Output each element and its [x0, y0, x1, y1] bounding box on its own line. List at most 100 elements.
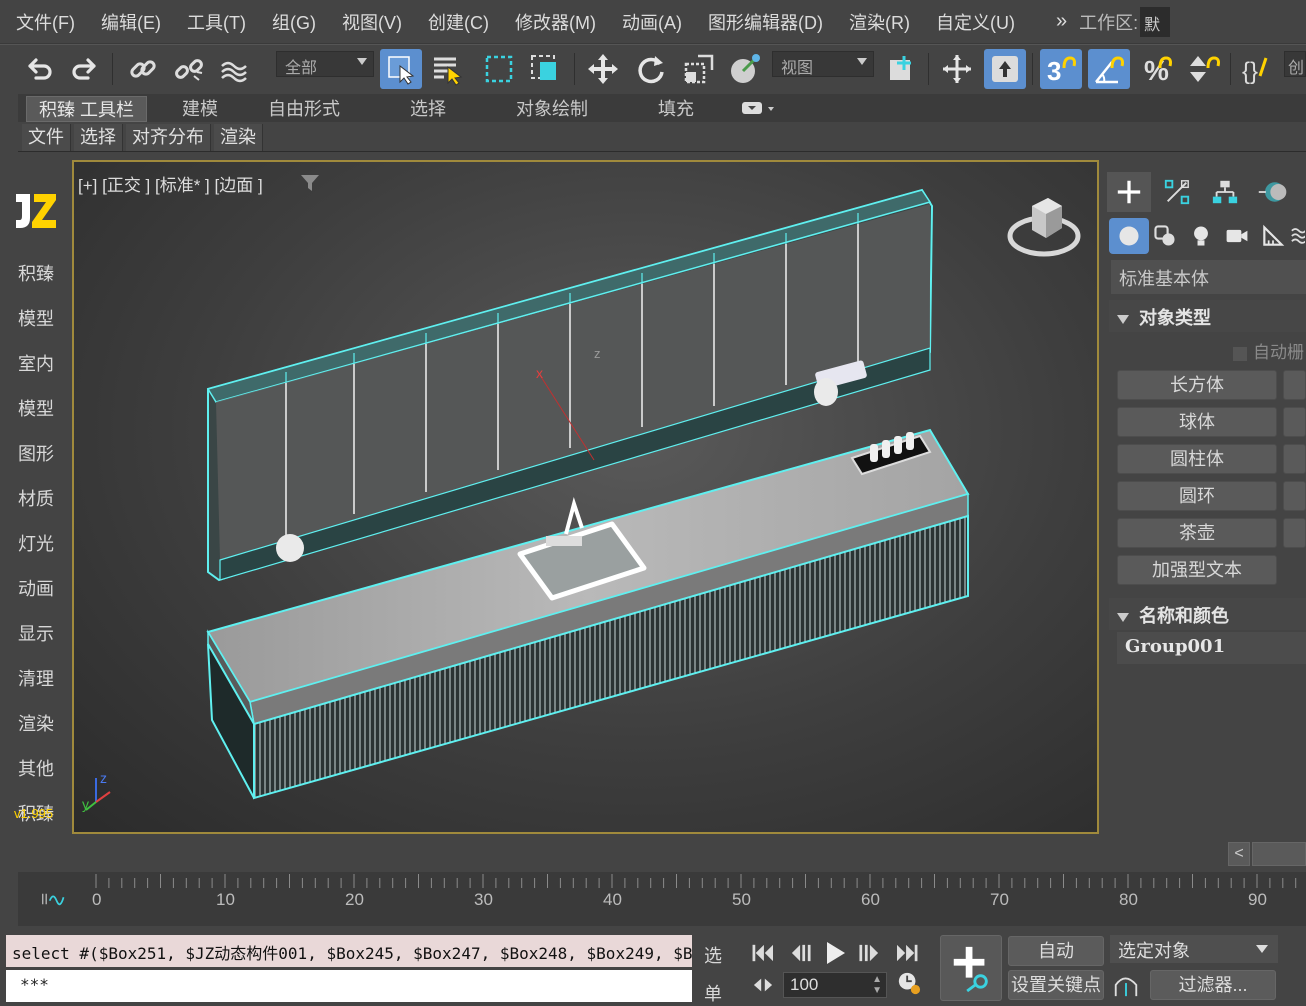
ribbon-tab-freeform[interactable]: 自由形式	[256, 96, 352, 122]
unlink-icon[interactable]	[168, 49, 210, 89]
go-to-end-icon[interactable]	[890, 938, 924, 968]
menu-group[interactable]: 组(G)	[259, 9, 329, 35]
select-manipulate-icon[interactable]	[936, 49, 978, 89]
torus-button[interactable]: 圆环	[1117, 481, 1277, 511]
edit-named-selection-icon[interactable]: {}	[1236, 49, 1278, 89]
modify-tab-icon[interactable]	[1155, 172, 1199, 212]
kitchen-cabinet-model[interactable]: x z	[74, 162, 1097, 832]
selection-filter-dropdown[interactable]: 全部	[276, 51, 374, 77]
cylinder-button[interactable]: 圆柱体	[1117, 444, 1277, 474]
ribbon-sub-align-distribute[interactable]: 对齐分布	[126, 124, 211, 151]
ribbon-sub-render[interactable]: 渲染	[214, 124, 263, 151]
maxscript-input[interactable]: ***	[6, 970, 692, 1002]
rectangular-selection-icon[interactable]	[478, 49, 520, 89]
key-mode-icon[interactable]	[746, 970, 780, 1000]
auto-key-button[interactable]: 自动	[1008, 936, 1104, 966]
set-key-icon[interactable]	[940, 935, 1002, 1001]
ribbon-tab-jz-toolbar[interactable]: 积臻 工具栏	[26, 96, 148, 122]
time-slider-thumb[interactable]	[1252, 842, 1306, 866]
object-category-dropdown[interactable]: 标准基本体	[1111, 260, 1306, 294]
left-menu-jz[interactable]: 积臻	[0, 260, 72, 286]
textplus-button[interactable]: 加强型文本	[1117, 555, 1277, 585]
left-menu-render[interactable]: 渲染	[0, 710, 72, 736]
select-by-name-icon[interactable]	[426, 49, 468, 89]
left-menu-lights[interactable]: 灯光	[0, 530, 72, 556]
key-tangent-icon[interactable]	[1112, 970, 1142, 1000]
helpers-icon[interactable]	[1253, 218, 1293, 254]
plane-button[interactable]	[1283, 518, 1306, 548]
window-crossing-icon[interactable]	[524, 49, 566, 89]
time-slider-prev-button[interactable]: <	[1228, 842, 1250, 866]
undo-icon[interactable]	[18, 49, 60, 89]
left-menu-other[interactable]: 其他	[0, 755, 72, 781]
reference-coordinate-dropdown[interactable]: 视图	[772, 51, 874, 77]
cameras-icon[interactable]	[1217, 218, 1257, 254]
pivot-center-icon[interactable]	[880, 49, 922, 89]
left-menu-material[interactable]: 材质	[0, 485, 72, 511]
menu-animation[interactable]: 动画(A)	[609, 9, 695, 35]
ribbon-options-icon[interactable]	[740, 98, 780, 118]
menu-graph-editors[interactable]: 图形编辑器(D)	[695, 9, 836, 35]
link-icon[interactable]	[122, 49, 164, 89]
menu-rendering[interactable]: 渲染(R)	[836, 9, 923, 35]
create-tab-icon[interactable]	[1107, 172, 1151, 212]
move-icon[interactable]	[582, 49, 624, 89]
tube-button[interactable]	[1283, 444, 1306, 474]
pyramid-button[interactable]	[1283, 481, 1306, 511]
box-button[interactable]: 长方体	[1117, 370, 1277, 400]
left-menu-model[interactable]: 模型	[0, 305, 72, 331]
menu-customize[interactable]: 自定义(U)	[923, 9, 1028, 35]
key-filters-button[interactable]: 过滤器...	[1150, 970, 1276, 1000]
menu-tools[interactable]: 工具(T)	[174, 9, 259, 35]
named-selection-sets-dropdown[interactable]: 创	[1284, 51, 1306, 77]
curve-editor-icon[interactable]	[18, 872, 90, 926]
previous-frame-icon[interactable]	[784, 938, 818, 968]
next-frame-icon[interactable]	[852, 938, 886, 968]
left-menu-interior[interactable]: 室内	[0, 350, 72, 376]
key-selection-set-dropdown[interactable]: 选定对象	[1110, 935, 1278, 963]
workspace-dropdown[interactable]: 默	[1140, 6, 1171, 37]
motion-tab-icon[interactable]	[1251, 172, 1295, 212]
hierarchy-tab-icon[interactable]	[1203, 172, 1247, 212]
menu-edit[interactable]: 编辑(E)	[88, 9, 174, 35]
play-icon[interactable]	[818, 938, 852, 968]
time-configuration-icon[interactable]	[892, 968, 926, 998]
rollout-object-type[interactable]: 对象类型	[1109, 300, 1306, 332]
keyboard-shortcut-override-icon[interactable]	[984, 49, 1026, 89]
orthographic-viewport[interactable]: [+] [正交 ] [标准* ] [边面 ] x z z y	[72, 160, 1099, 834]
ribbon-tab-modeling[interactable]: 建模	[170, 96, 230, 122]
menu-views[interactable]: 视图(V)	[329, 9, 415, 35]
sphere-button[interactable]: 球体	[1117, 407, 1277, 437]
percent-snap-icon[interactable]: %	[1136, 49, 1178, 89]
left-menu-model-2[interactable]: 模型	[0, 395, 72, 421]
current-frame-field[interactable]: 100 ▲ ▼	[783, 972, 887, 998]
autogrid-checkbox[interactable]: 自动栅	[1233, 338, 1304, 363]
angle-snap-icon[interactable]	[1088, 49, 1130, 89]
snaps-toggle-icon[interactable]: 3	[1040, 49, 1082, 89]
left-menu-display[interactable]: 显示	[0, 620, 72, 646]
set-key-button[interactable]: 设置关键点	[1008, 970, 1104, 1000]
menu-create[interactable]: 创建(C)	[415, 9, 502, 35]
left-menu-animation[interactable]: 动画	[0, 575, 72, 601]
left-menu-cleanup[interactable]: 清理	[0, 665, 72, 691]
ribbon-tab-object-paint[interactable]: 对象绘制	[504, 96, 600, 122]
rollout-name-color[interactable]: 名称和颜色	[1109, 598, 1306, 630]
timeline-track[interactable]: 0 10 20 30 40 50 60 70 80 90	[90, 872, 1306, 926]
menu-overflow-button[interactable]: »	[1056, 10, 1067, 33]
geosphere-button[interactable]	[1283, 407, 1306, 437]
scale-icon[interactable]	[678, 49, 720, 89]
select-object-icon[interactable]	[380, 49, 422, 89]
ribbon-tab-selection[interactable]: 选择	[398, 96, 458, 122]
space-warps-icon[interactable]	[1289, 218, 1306, 254]
lights-icon[interactable]	[1181, 218, 1221, 254]
go-to-start-icon[interactable]	[746, 938, 780, 968]
ribbon-tab-populate[interactable]: 填充	[646, 96, 706, 122]
geometry-icon[interactable]	[1109, 218, 1149, 254]
menu-file[interactable]: 文件(F)	[0, 9, 88, 35]
shapes-icon[interactable]	[1145, 218, 1185, 254]
ribbon-sub-select[interactable]: 选择	[74, 124, 123, 151]
timeline[interactable]: 0 10 20 30 40 50 60 70 80 90	[18, 872, 1306, 926]
menu-modifiers[interactable]: 修改器(M)	[502, 9, 609, 35]
teapot-button[interactable]: 茶壶	[1117, 518, 1277, 548]
redo-icon[interactable]	[64, 49, 106, 89]
